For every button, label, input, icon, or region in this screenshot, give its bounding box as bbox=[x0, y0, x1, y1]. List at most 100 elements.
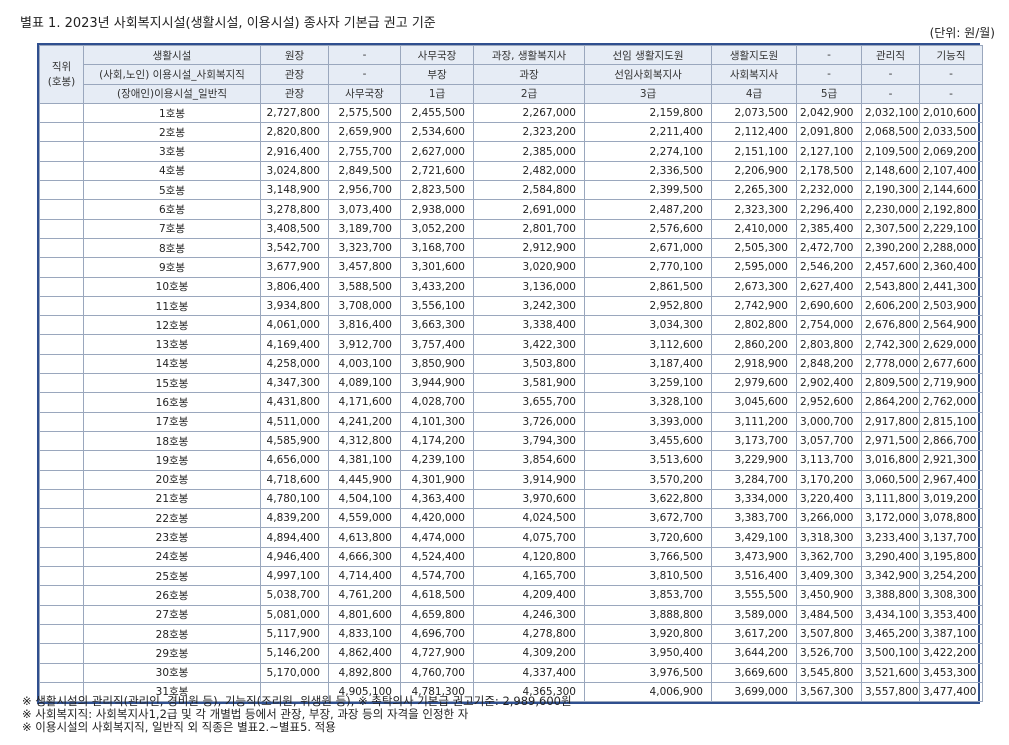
header-row3-label: (장애인)이용시설_일반직 bbox=[83, 83, 261, 104]
salary-cell: 2,323,300 bbox=[711, 199, 797, 220]
salary-cell: 3,078,800 bbox=[919, 508, 983, 529]
row-blank-cell bbox=[39, 257, 84, 278]
salary-cell: 2,770,100 bbox=[584, 257, 712, 278]
header-cell: 관리직 bbox=[861, 44, 920, 66]
salary-cell: 2,606,200 bbox=[861, 295, 920, 317]
salary-cell: 3,111,200 bbox=[711, 411, 797, 432]
salary-cell: 2,323,200 bbox=[473, 122, 585, 143]
salary-cell: 4,524,400 bbox=[400, 546, 474, 568]
salary-cell: 3,503,800 bbox=[473, 353, 585, 375]
salary-cell: 3,024,800 bbox=[260, 160, 329, 182]
salary-cell: 2,918,900 bbox=[711, 353, 797, 375]
step-cell: 27호봉 bbox=[83, 604, 261, 625]
salary-cell: 4,246,300 bbox=[473, 604, 585, 625]
row-blank-cell bbox=[39, 527, 84, 548]
table-row: 19호봉 4,656,000 4,381,100 4,239,100 3,854,600… bbox=[39, 450, 983, 471]
salary-cell: 3,136,000 bbox=[473, 276, 585, 297]
salary-cell: 3,353,400 bbox=[919, 604, 983, 625]
salary-cell: 2,091,800 bbox=[796, 122, 862, 143]
table-row: 26호봉 5,038,700 4,761,200 4,618,500 4,209,400… bbox=[39, 585, 983, 606]
salary-cell: 3,912,700 bbox=[328, 334, 401, 355]
salary-cell: 2,849,500 bbox=[328, 160, 401, 182]
salary-cell: 4,120,800 bbox=[473, 546, 585, 568]
table-row: 17호봉 4,511,000 4,241,200 4,101,300 3,726,000… bbox=[39, 411, 983, 432]
salary-cell: 2,267,000 bbox=[473, 102, 585, 124]
salary-cell: 3,934,800 bbox=[260, 295, 329, 317]
salary-cell: 3,500,100 bbox=[861, 643, 920, 664]
salary-cell: 4,504,100 bbox=[328, 488, 401, 510]
salary-cell: 3,290,400 bbox=[861, 546, 920, 568]
salary-cell: 4,474,000 bbox=[400, 527, 474, 548]
salary-cell: 3,816,400 bbox=[328, 315, 401, 336]
table-body: 1호봉 2,727,800 2,575,500 2,455,500 2,267,000 2… bbox=[39, 102, 983, 703]
salary-cell: 3,073,400 bbox=[328, 199, 401, 220]
step-cell: 23호봉 bbox=[83, 527, 261, 548]
salary-cell: 2,385,400 bbox=[796, 218, 862, 239]
header-cell: 과장 bbox=[473, 64, 585, 85]
salary-cell: 4,171,600 bbox=[328, 392, 401, 413]
salary-cell: 2,148,600 bbox=[861, 160, 920, 182]
row-blank-cell bbox=[39, 585, 84, 606]
step-cell: 9호봉 bbox=[83, 257, 261, 278]
salary-cell: 3,020,900 bbox=[473, 257, 585, 278]
salary-cell: 4,309,200 bbox=[473, 643, 585, 664]
header-cell: 4급 bbox=[711, 83, 797, 104]
header-cell: - bbox=[861, 64, 920, 85]
salary-cell: 3,422,200 bbox=[919, 643, 983, 664]
salary-cell: 3,720,600 bbox=[584, 527, 712, 548]
salary-cell: 3,669,600 bbox=[711, 662, 797, 683]
salary-cell: 3,567,300 bbox=[796, 681, 862, 703]
salary-cell: 4,761,200 bbox=[328, 585, 401, 606]
salary-cell: 3,170,200 bbox=[796, 469, 862, 490]
salary-cell: 4,862,400 bbox=[328, 643, 401, 664]
salary-cell: 2,265,300 bbox=[711, 180, 797, 201]
salary-cell: 3,513,600 bbox=[584, 450, 712, 471]
step-cell: 8호봉 bbox=[83, 237, 261, 259]
salary-cell: 3,393,000 bbox=[584, 411, 712, 432]
salary-cell: 3,111,800 bbox=[861, 488, 920, 510]
salary-cell: 4,559,000 bbox=[328, 508, 401, 529]
salary-cell: 2,778,000 bbox=[861, 353, 920, 375]
salary-cell: 2,627,000 bbox=[400, 141, 474, 162]
row-blank-cell bbox=[39, 546, 84, 568]
salary-cell: 2,482,000 bbox=[473, 160, 585, 182]
salary-cell: 3,045,600 bbox=[711, 392, 797, 413]
salary-cell: 3,708,000 bbox=[328, 295, 401, 317]
salary-cell: 3,810,500 bbox=[584, 566, 712, 587]
table-row: 13호봉 4,169,400 3,912,700 3,757,400 3,422,300… bbox=[39, 334, 983, 355]
row-blank-cell bbox=[39, 392, 84, 413]
salary-cell: 2,069,200 bbox=[919, 141, 983, 162]
salary-cell: 3,060,500 bbox=[861, 469, 920, 490]
salary-cell: 2,112,400 bbox=[711, 122, 797, 143]
step-cell: 26호봉 bbox=[83, 585, 261, 606]
salary-cell: 4,061,000 bbox=[260, 315, 329, 336]
salary-cell: 2,206,900 bbox=[711, 160, 797, 182]
step-cell: 17호봉 bbox=[83, 411, 261, 432]
salary-cell: 2,410,000 bbox=[711, 218, 797, 239]
salary-cell: 4,760,700 bbox=[400, 662, 474, 683]
step-cell: 13호봉 bbox=[83, 334, 261, 355]
salary-cell: 4,337,400 bbox=[473, 662, 585, 683]
salary-cell: 4,839,200 bbox=[260, 508, 329, 529]
salary-cell: 4,301,900 bbox=[400, 469, 474, 490]
table-row: 25호봉 4,997,100 4,714,400 4,574,700 4,165,700… bbox=[39, 566, 983, 587]
step-cell: 11호봉 bbox=[83, 295, 261, 317]
salary-cell: 4,089,100 bbox=[328, 373, 401, 394]
salary-cell: 2,033,500 bbox=[919, 122, 983, 143]
header-cell: - bbox=[328, 44, 401, 66]
salary-cell: 3,229,900 bbox=[711, 450, 797, 471]
salary-cell: 3,112,600 bbox=[584, 334, 712, 355]
salary-cell: 3,726,000 bbox=[473, 411, 585, 432]
row-blank-cell bbox=[39, 488, 84, 510]
salary-cell: 3,148,900 bbox=[260, 180, 329, 201]
step-cell: 14호봉 bbox=[83, 353, 261, 375]
salary-cell: 2,107,400 bbox=[919, 160, 983, 182]
row-blank-cell bbox=[39, 508, 84, 529]
salary-cell: 3,453,300 bbox=[919, 662, 983, 683]
row-blank-cell bbox=[39, 604, 84, 625]
salary-cell: 3,254,200 bbox=[919, 566, 983, 587]
salary-cell: 2,576,600 bbox=[584, 218, 712, 239]
salary-cell: 3,284,700 bbox=[711, 469, 797, 490]
salary-cell: 3,387,100 bbox=[919, 623, 983, 645]
salary-cell: 3,588,500 bbox=[328, 276, 401, 297]
